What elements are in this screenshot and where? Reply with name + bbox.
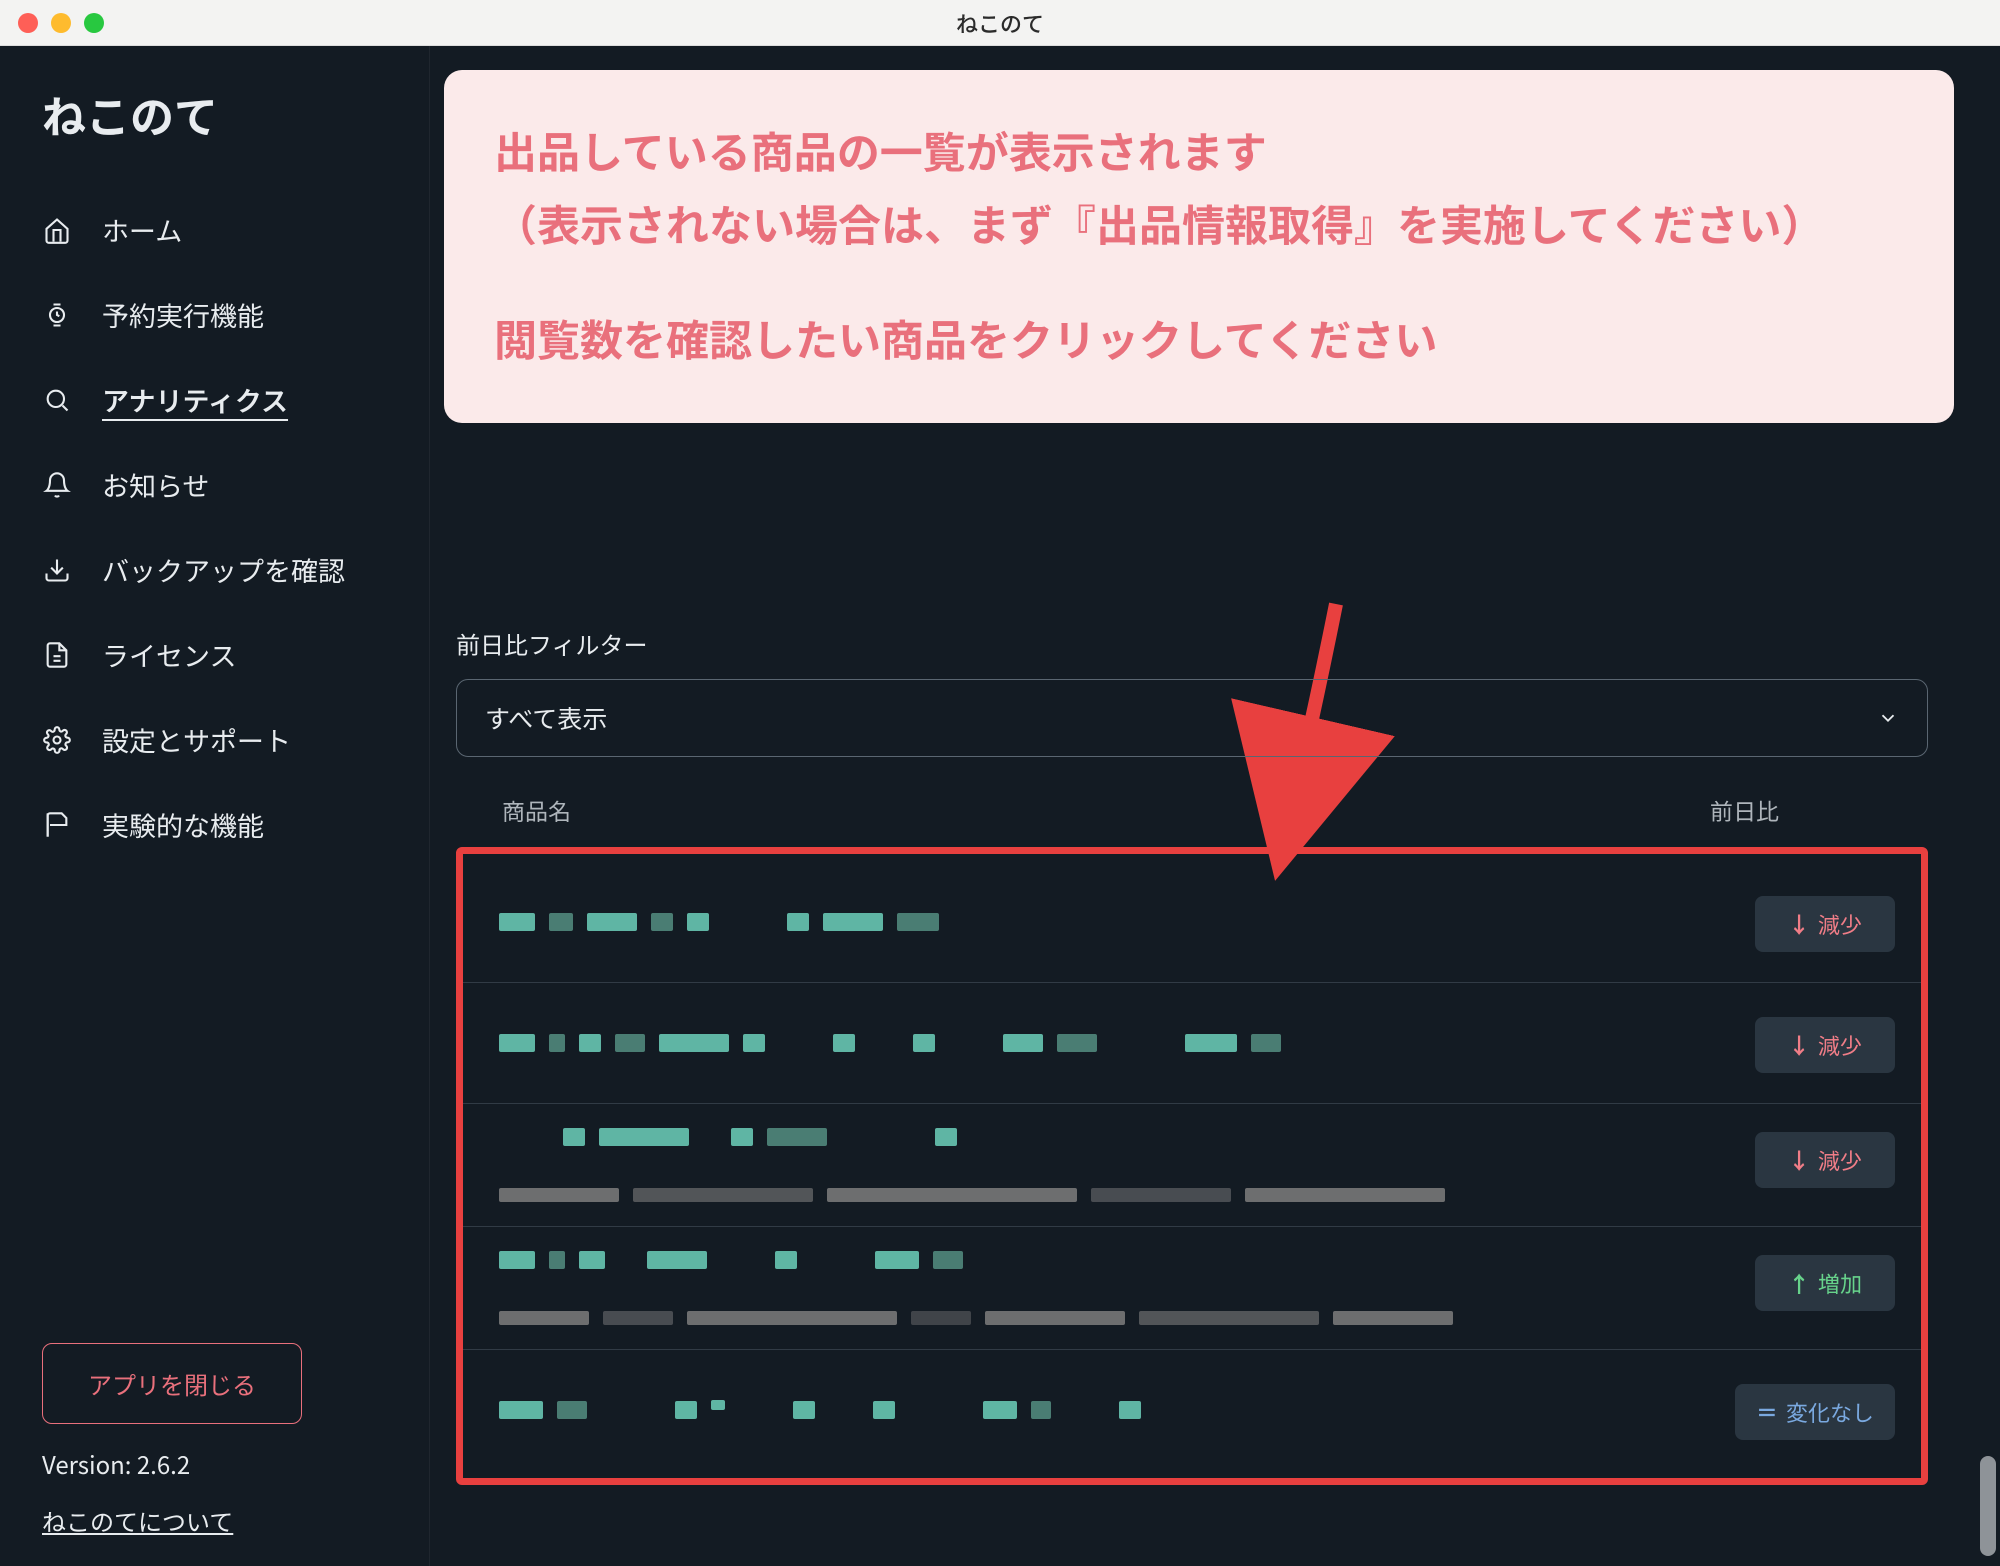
table-row[interactable]: ↓ 減少 — [463, 983, 1921, 1104]
download-icon — [42, 555, 72, 585]
sidebar-item-label: アナリティクス — [102, 380, 288, 419]
watch-icon — [42, 300, 72, 330]
document-icon — [42, 640, 72, 670]
minimize-window-icon[interactable] — [51, 13, 71, 33]
scrollbar-thumb[interactable] — [1980, 1456, 1996, 1556]
equals-icon: ＝ — [1756, 1396, 1778, 1428]
diff-badge-decrease: ↓ 減少 — [1755, 896, 1895, 952]
app-logo: ねこのて — [42, 82, 393, 146]
table-row[interactable]: ↑ 増加 — [463, 1227, 1921, 1350]
flag-icon — [42, 810, 72, 840]
sidebar-nav: ホーム 予約実行機能 アナリティクス お知らせ — [42, 210, 393, 844]
about-link[interactable]: ねこのてについて — [42, 1503, 393, 1538]
product-name-redacted — [499, 913, 1705, 931]
filter-label: 前日比フィルター — [456, 626, 1928, 661]
callout-line: 閲覧数を確認したい商品をクリックしてください — [494, 302, 1904, 375]
sidebar-item-label: 設定とサポート — [102, 720, 291, 759]
column-header-diff: 前日比 — [1710, 793, 1900, 827]
sidebar-item-label: お知らせ — [102, 465, 209, 504]
product-name-redacted — [499, 1034, 1705, 1052]
home-icon — [42, 215, 72, 245]
callout-line: 出品している商品の一覧が表示されます — [494, 114, 1904, 187]
window-title: ねこのて — [956, 7, 1044, 39]
table-row[interactable]: ↓ 減少 — [463, 862, 1921, 983]
filter-dropdown[interactable]: すべて表示 — [456, 679, 1928, 757]
arrow-down-icon: ↓ — [1788, 1029, 1810, 1061]
gear-icon — [42, 725, 72, 755]
version-label: Version: 2.6.2 — [42, 1446, 393, 1481]
product-name-redacted — [499, 1251, 1705, 1325]
arrow-down-icon: ↓ — [1788, 1144, 1810, 1176]
sidebar-item-analytics[interactable]: アナリティクス — [42, 380, 393, 419]
diff-badge-none: ＝ 変化なし — [1735, 1384, 1895, 1440]
close-app-button[interactable]: アプリを閉じる — [42, 1343, 302, 1424]
titlebar: ねこのて — [0, 0, 2000, 46]
table-row[interactable]: ＝ 変化なし — [463, 1350, 1921, 1470]
main-content: 出品している商品の一覧が表示されます （表示されない場合は、まず『出品情報取得』… — [430, 46, 2000, 1566]
diff-badge-decrease: ↓ 減少 — [1755, 1017, 1895, 1073]
sidebar-item-label: ライセンス — [102, 635, 236, 674]
sidebar-item-scheduler[interactable]: 予約実行機能 — [42, 295, 393, 334]
arrow-down-icon: ↓ — [1788, 908, 1810, 940]
sidebar-item-label: バックアップを確認 — [102, 550, 345, 589]
sidebar: ねこのて ホーム 予約実行機能 アナリティクス — [0, 46, 430, 1566]
table-header: 商品名 前日比 — [456, 793, 1928, 847]
sidebar-item-settings[interactable]: 設定とサポート — [42, 720, 393, 759]
column-header-name: 商品名 — [502, 793, 1710, 827]
sidebar-item-label: 実験的な機能 — [102, 805, 264, 844]
sidebar-item-news[interactable]: お知らせ — [42, 465, 393, 504]
bell-icon — [42, 470, 72, 500]
sidebar-item-backup[interactable]: バックアップを確認 — [42, 550, 393, 589]
sidebar-item-label: 予約実行機能 — [102, 295, 264, 334]
search-icon — [42, 385, 72, 415]
window-controls — [18, 13, 104, 33]
sidebar-item-home[interactable]: ホーム — [42, 210, 393, 249]
maximize-window-icon[interactable] — [84, 13, 104, 33]
chevron-down-icon — [1877, 707, 1899, 729]
tutorial-callout: 出品している商品の一覧が表示されます （表示されない場合は、まず『出品情報取得』… — [444, 70, 1954, 423]
sidebar-item-license[interactable]: ライセンス — [42, 635, 393, 674]
diff-badge-increase: ↑ 増加 — [1755, 1255, 1895, 1311]
sidebar-item-experimental[interactable]: 実験的な機能 — [42, 805, 393, 844]
diff-badge-decrease: ↓ 減少 — [1755, 1132, 1895, 1188]
product-name-redacted — [499, 1401, 1705, 1419]
sidebar-item-label: ホーム — [102, 210, 182, 249]
filter-selected-value: すべて表示 — [485, 700, 607, 736]
product-table: ↓ 減少 — [456, 847, 1928, 1485]
close-window-icon[interactable] — [18, 13, 38, 33]
callout-line: （表示されない場合は、まず『出品情報取得』を実施してください） — [494, 187, 1904, 260]
product-name-redacted — [499, 1128, 1705, 1202]
table-row[interactable]: ↓ 減少 — [463, 1104, 1921, 1227]
arrow-up-icon: ↑ — [1788, 1267, 1810, 1299]
